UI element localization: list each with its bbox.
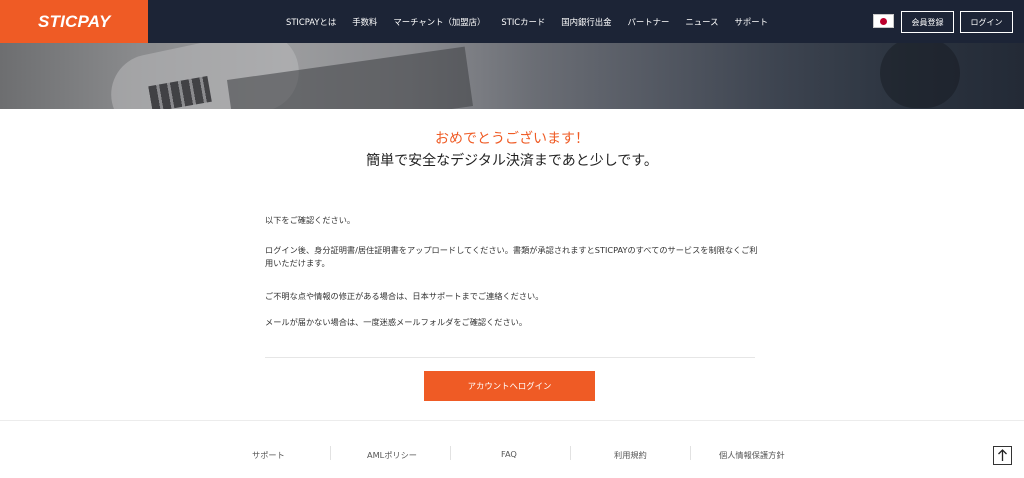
paragraph-upload-documents: ログイン後、身分証明書/居住証明書をアップロードしてください。書類が承認されます…	[265, 245, 758, 268]
content-divider	[265, 357, 755, 358]
congrats-heading: おめでとうございます！	[435, 131, 589, 147]
nav-item-about[interactable]: STICPAYとは	[286, 16, 336, 28]
nav-item-bank-withdrawal[interactable]: 国内銀行出金	[561, 16, 611, 28]
nav-item-merchant[interactable]: マーチャント（加盟店）	[393, 16, 485, 28]
footer-link-terms[interactable]: 利用規約	[614, 449, 647, 461]
subtitle-heading: 簡単で安全なデジタル決済まであと少しです。	[366, 153, 658, 169]
register-button[interactable]: 会員登録	[901, 11, 954, 33]
login-button[interactable]: ログイン	[960, 11, 1013, 33]
logo-text: STICPAY	[38, 11, 111, 31]
main-nav: STICPAYとは 手数料 マーチャント（加盟店） STICカード 国内銀行出金…	[286, 0, 784, 43]
japan-flag-icon[interactable]	[873, 14, 894, 28]
footer-divider	[0, 420, 1024, 421]
nav-item-fees[interactable]: 手数料	[352, 16, 377, 28]
login-to-account-button[interactable]: アカウントへログイン	[424, 371, 595, 401]
paragraph-check-spam: メールが届かない場合は、一度迷惑メールフォルダをご確認ください。	[265, 317, 528, 327]
arrow-up-icon	[998, 449, 1007, 461]
footer-link-support[interactable]: サポート	[252, 449, 285, 461]
paragraph-contact-support: ご不明な点や情報の修正がある場合は、日本サポートまでご連絡ください。	[265, 291, 544, 301]
nav-item-support[interactable]: サポート	[734, 16, 768, 28]
sticpay-logo[interactable]: STICPAY	[0, 0, 148, 43]
site-header: STICPAY STICPAYとは 手数料 マーチャント（加盟店） STICカー…	[0, 0, 1024, 43]
footer-separator	[330, 446, 331, 460]
nav-item-stic-card[interactable]: STICカード	[501, 16, 545, 28]
footer-separator	[690, 446, 691, 460]
hero-banner-image	[0, 43, 1024, 109]
footer-separator	[450, 446, 451, 460]
paragraph-please-confirm: 以下をご確認ください。	[265, 215, 356, 225]
banner-dark-shape	[880, 43, 960, 108]
nav-item-news[interactable]: ニュース	[685, 16, 718, 28]
footer-link-faq[interactable]: FAQ	[501, 449, 517, 459]
back-to-top-button[interactable]	[993, 446, 1012, 465]
footer-link-aml-policy[interactable]: AMLポリシー	[367, 449, 417, 461]
footer-link-privacy-policy[interactable]: 個人情報保護方針	[719, 449, 785, 461]
footer-separator	[570, 446, 571, 460]
flag-circle	[880, 17, 887, 25]
nav-item-partner[interactable]: パートナー	[628, 16, 670, 28]
